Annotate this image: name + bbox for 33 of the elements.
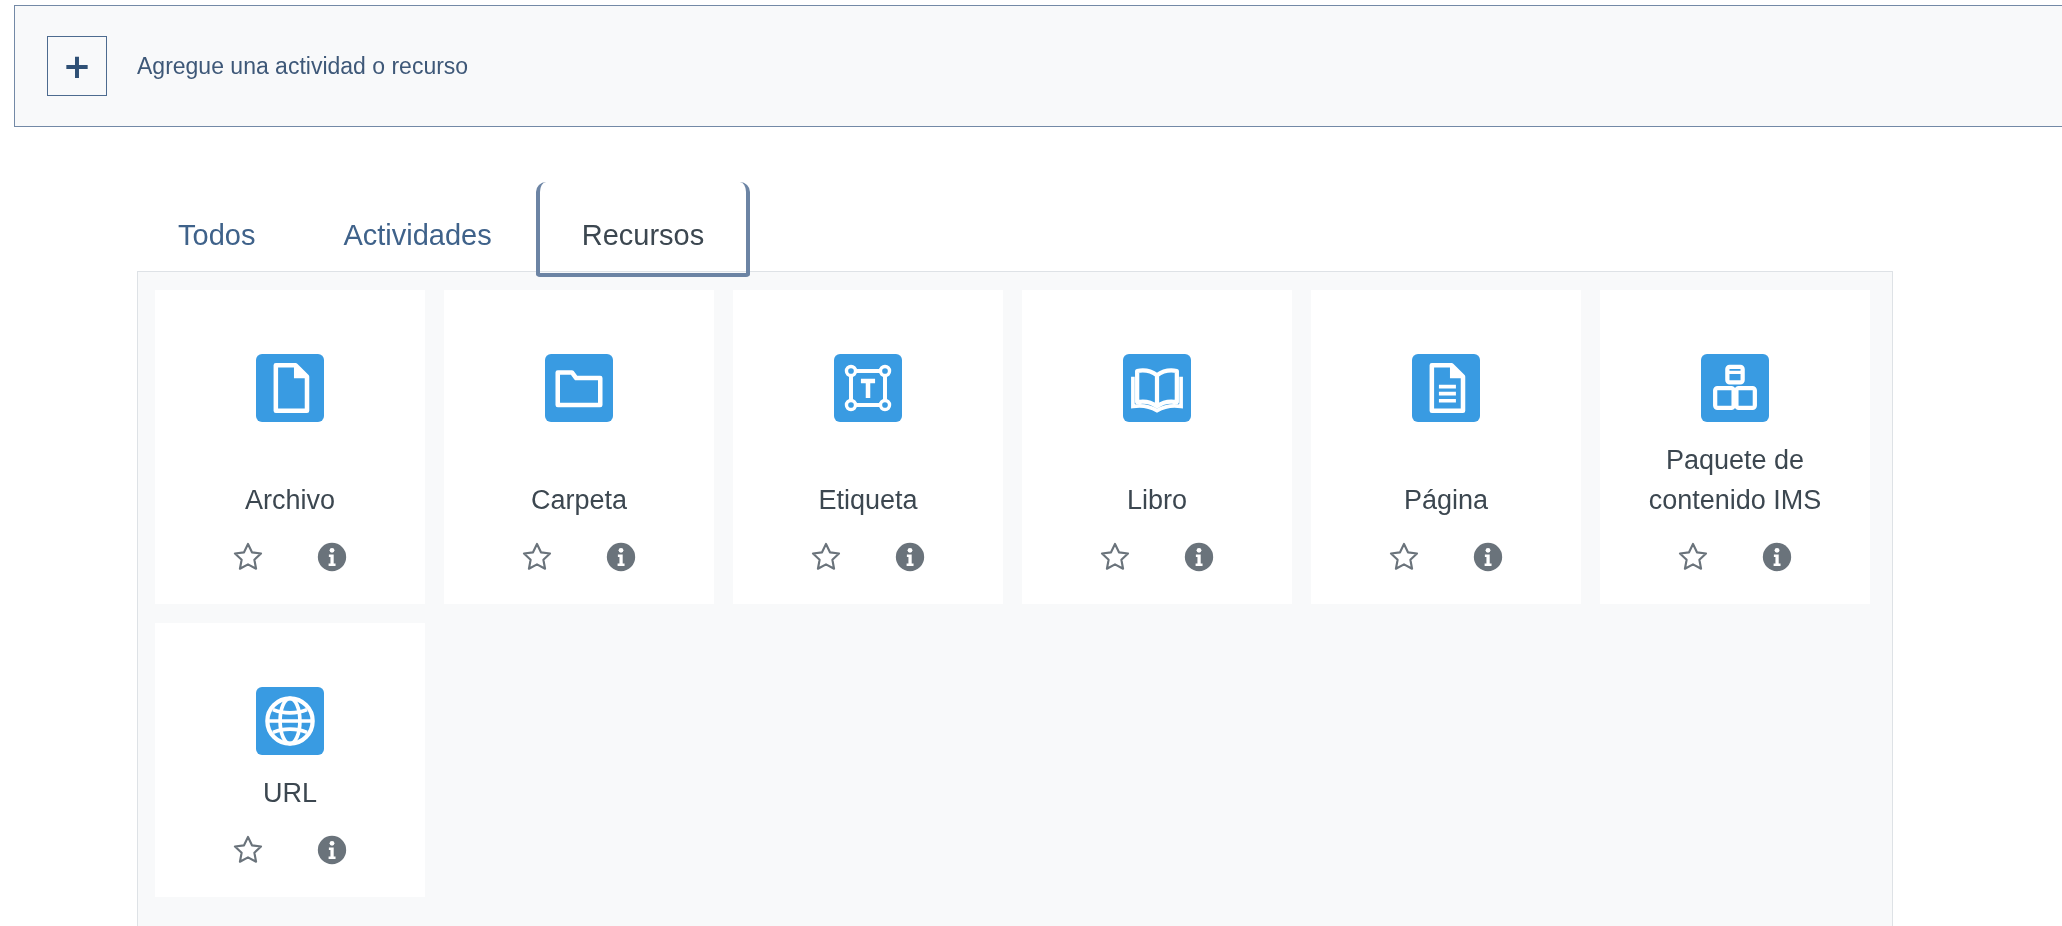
info-icon[interactable]	[1760, 540, 1794, 574]
add-activity-bar[interactable]: + Agregue una actividad o recurso	[14, 5, 2062, 127]
boxes-icon	[1701, 354, 1769, 422]
info-icon[interactable]	[604, 540, 638, 574]
globe-icon	[256, 687, 324, 755]
info-icon[interactable]	[893, 540, 927, 574]
resource-card[interactable]: Paquete de contenido IMS	[1600, 290, 1870, 604]
info-icon[interactable]	[315, 833, 349, 867]
folder-icon	[545, 354, 613, 422]
add-button[interactable]: +	[47, 36, 107, 96]
info-icon[interactable]	[315, 540, 349, 574]
file-icon	[256, 354, 324, 422]
resource-card[interactable]: Carpeta	[444, 290, 714, 604]
resource-card[interactable]: Libro	[1022, 290, 1292, 604]
resource-card[interactable]: Archivo	[155, 290, 425, 604]
resource-name: Libro	[1126, 484, 1187, 517]
resource-card[interactable]: Página	[1311, 290, 1581, 604]
tab[interactable]: Actividades	[299, 182, 536, 277]
document-icon	[1412, 354, 1480, 422]
resource-name: Archivo	[245, 484, 335, 517]
resource-name: Paquete de contenido IMS	[1647, 444, 1823, 517]
resource-name: Carpeta	[530, 484, 628, 517]
resource-name: Página	[1403, 484, 1489, 517]
text-frame-icon	[834, 354, 902, 422]
add-activity-label[interactable]: Agregue una actividad o recurso	[137, 52, 469, 80]
resource-name: Etiqueta	[818, 484, 918, 517]
info-icon[interactable]	[1182, 540, 1216, 574]
book-icon	[1123, 354, 1191, 422]
tab[interactable]: Todos	[137, 182, 300, 277]
info-icon[interactable]	[1471, 540, 1505, 574]
resource-card[interactable]: URL	[155, 623, 425, 897]
resource-name: URL	[263, 777, 317, 810]
resource-card[interactable]: Etiqueta	[733, 290, 1003, 604]
